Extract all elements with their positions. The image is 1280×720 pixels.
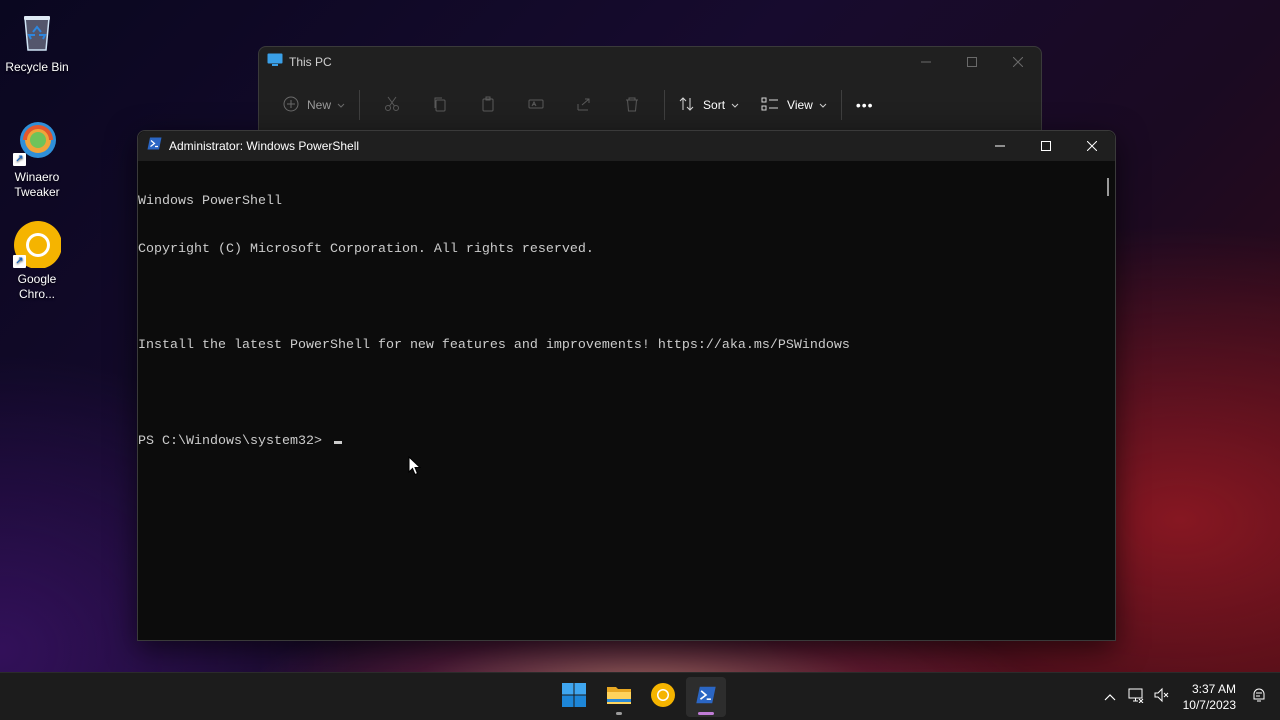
trash-icon bbox=[624, 96, 640, 115]
scrollbar-thumb[interactable] bbox=[1107, 178, 1109, 196]
text-cursor bbox=[333, 441, 342, 444]
start-button[interactable] bbox=[554, 677, 594, 717]
paste-button[interactable] bbox=[464, 89, 512, 121]
desktop-icon-label: Winaero Tweaker bbox=[14, 170, 60, 199]
chevron-down-icon bbox=[337, 98, 345, 112]
copy-icon bbox=[432, 96, 448, 115]
winaero-tweaker-icon: ↗ bbox=[13, 118, 61, 166]
powershell-titlebar[interactable]: Administrator: Windows PowerShell bbox=[138, 131, 1115, 161]
cut-button[interactable] bbox=[368, 89, 416, 121]
chevron-down-icon bbox=[731, 98, 739, 112]
volume-muted-icon bbox=[1154, 687, 1170, 708]
clock-date: 10/7/2023 bbox=[1182, 698, 1236, 712]
new-label: New bbox=[307, 98, 332, 112]
powershell-minimize-button[interactable] bbox=[977, 131, 1023, 161]
chevron-down-icon bbox=[819, 98, 827, 112]
powershell-icon bbox=[147, 137, 162, 155]
powershell-close-button[interactable] bbox=[1069, 131, 1115, 161]
copy-button[interactable] bbox=[416, 89, 464, 121]
terminal-output[interactable]: Windows PowerShell Copyright (C) Microso… bbox=[138, 162, 1101, 640]
toolbar-divider bbox=[664, 90, 666, 120]
shortcut-arrow-icon: ↗ bbox=[13, 255, 26, 268]
share-button[interactable] bbox=[560, 89, 608, 121]
explorer-minimize-button[interactable] bbox=[903, 47, 949, 77]
sort-button[interactable]: Sort bbox=[673, 89, 745, 121]
active-indicator bbox=[698, 712, 714, 715]
taskbar-chrome[interactable] bbox=[643, 677, 683, 717]
mouse-pointer-icon bbox=[408, 455, 422, 481]
network-icon bbox=[1128, 687, 1144, 708]
terminal-prompt: PS C:\Windows\system32> bbox=[138, 434, 330, 449]
explorer-maximize-button[interactable] bbox=[949, 47, 995, 77]
share-icon bbox=[576, 96, 592, 115]
desktop-icon-label: Google Chro... bbox=[17, 272, 57, 301]
powershell-title: Administrator: Windows PowerShell bbox=[169, 139, 360, 153]
powershell-window[interactable]: Administrator: Windows PowerShell Window… bbox=[137, 130, 1116, 641]
this-pc-icon bbox=[267, 53, 283, 72]
desktop-icon-recycle-bin[interactable]: Recycle Bin bbox=[0, 8, 74, 75]
file-explorer-icon bbox=[606, 684, 632, 711]
powershell-maximize-button[interactable] bbox=[1023, 131, 1069, 161]
desktop-icon-google-chrome[interactable]: ↗ Google Chro... bbox=[0, 220, 74, 302]
terminal-scrollbar[interactable] bbox=[1101, 162, 1115, 640]
terminal-line: Windows PowerShell bbox=[138, 194, 282, 209]
taskbar-file-explorer[interactable] bbox=[599, 677, 639, 717]
chevron-up-icon bbox=[1104, 688, 1116, 706]
explorer-close-button[interactable] bbox=[995, 47, 1041, 77]
network-button[interactable] bbox=[1123, 684, 1149, 710]
desktop-icon-label: Recycle Bin bbox=[5, 60, 69, 74]
delete-button[interactable] bbox=[608, 89, 656, 121]
chrome-icon: ↗ bbox=[13, 220, 62, 269]
view-button[interactable]: View bbox=[755, 89, 833, 121]
sort-arrows-icon bbox=[679, 96, 695, 115]
chrome-icon bbox=[651, 682, 675, 712]
view-label: View bbox=[787, 98, 813, 112]
more-options-button[interactable]: ••• bbox=[850, 89, 880, 121]
clock-time: 3:37 AM bbox=[1191, 682, 1236, 696]
sort-label: Sort bbox=[703, 98, 726, 112]
ellipsis-icon: ••• bbox=[855, 97, 874, 113]
rename-icon bbox=[528, 96, 544, 115]
open-indicator bbox=[616, 712, 622, 715]
clipboard-icon bbox=[480, 96, 496, 115]
show-hidden-icons-button[interactable] bbox=[1097, 684, 1123, 710]
rename-button[interactable] bbox=[512, 89, 560, 121]
explorer-title: This PC bbox=[289, 55, 332, 69]
toolbar-divider bbox=[840, 90, 842, 120]
recycle-bin-icon bbox=[13, 8, 61, 56]
plus-circle-icon bbox=[283, 96, 299, 115]
clock[interactable]: 3:37 AM 10/7/2023 bbox=[1183, 681, 1236, 713]
scissors-icon bbox=[384, 96, 400, 115]
terminal-prompt-line[interactable]: PS C:\Windows\system32> bbox=[138, 434, 1101, 450]
desktop-icon-winaero-tweaker[interactable]: ↗ Winaero Tweaker bbox=[0, 118, 74, 200]
start-icon bbox=[562, 682, 586, 712]
toolbar-divider bbox=[359, 90, 361, 120]
powershell-icon bbox=[695, 686, 717, 709]
notification-bell-icon bbox=[1251, 687, 1267, 708]
system-tray: 3:37 AM 10/7/2023 bbox=[1097, 673, 1280, 720]
shortcut-arrow-icon: ↗ bbox=[13, 153, 26, 166]
terminal-line: Copyright (C) Microsoft Corporation. All… bbox=[138, 242, 594, 257]
new-button[interactable]: New bbox=[277, 89, 351, 121]
view-list-icon bbox=[761, 97, 779, 114]
taskbar-powershell[interactable] bbox=[686, 677, 726, 717]
taskbar: 3:37 AM 10/7/2023 bbox=[0, 672, 1280, 720]
terminal-line: Install the latest PowerShell for new fe… bbox=[138, 338, 850, 353]
explorer-command-bar: New Sort View ••• bbox=[277, 89, 1041, 121]
notifications-button[interactable] bbox=[1246, 684, 1272, 710]
volume-button[interactable] bbox=[1149, 684, 1175, 710]
